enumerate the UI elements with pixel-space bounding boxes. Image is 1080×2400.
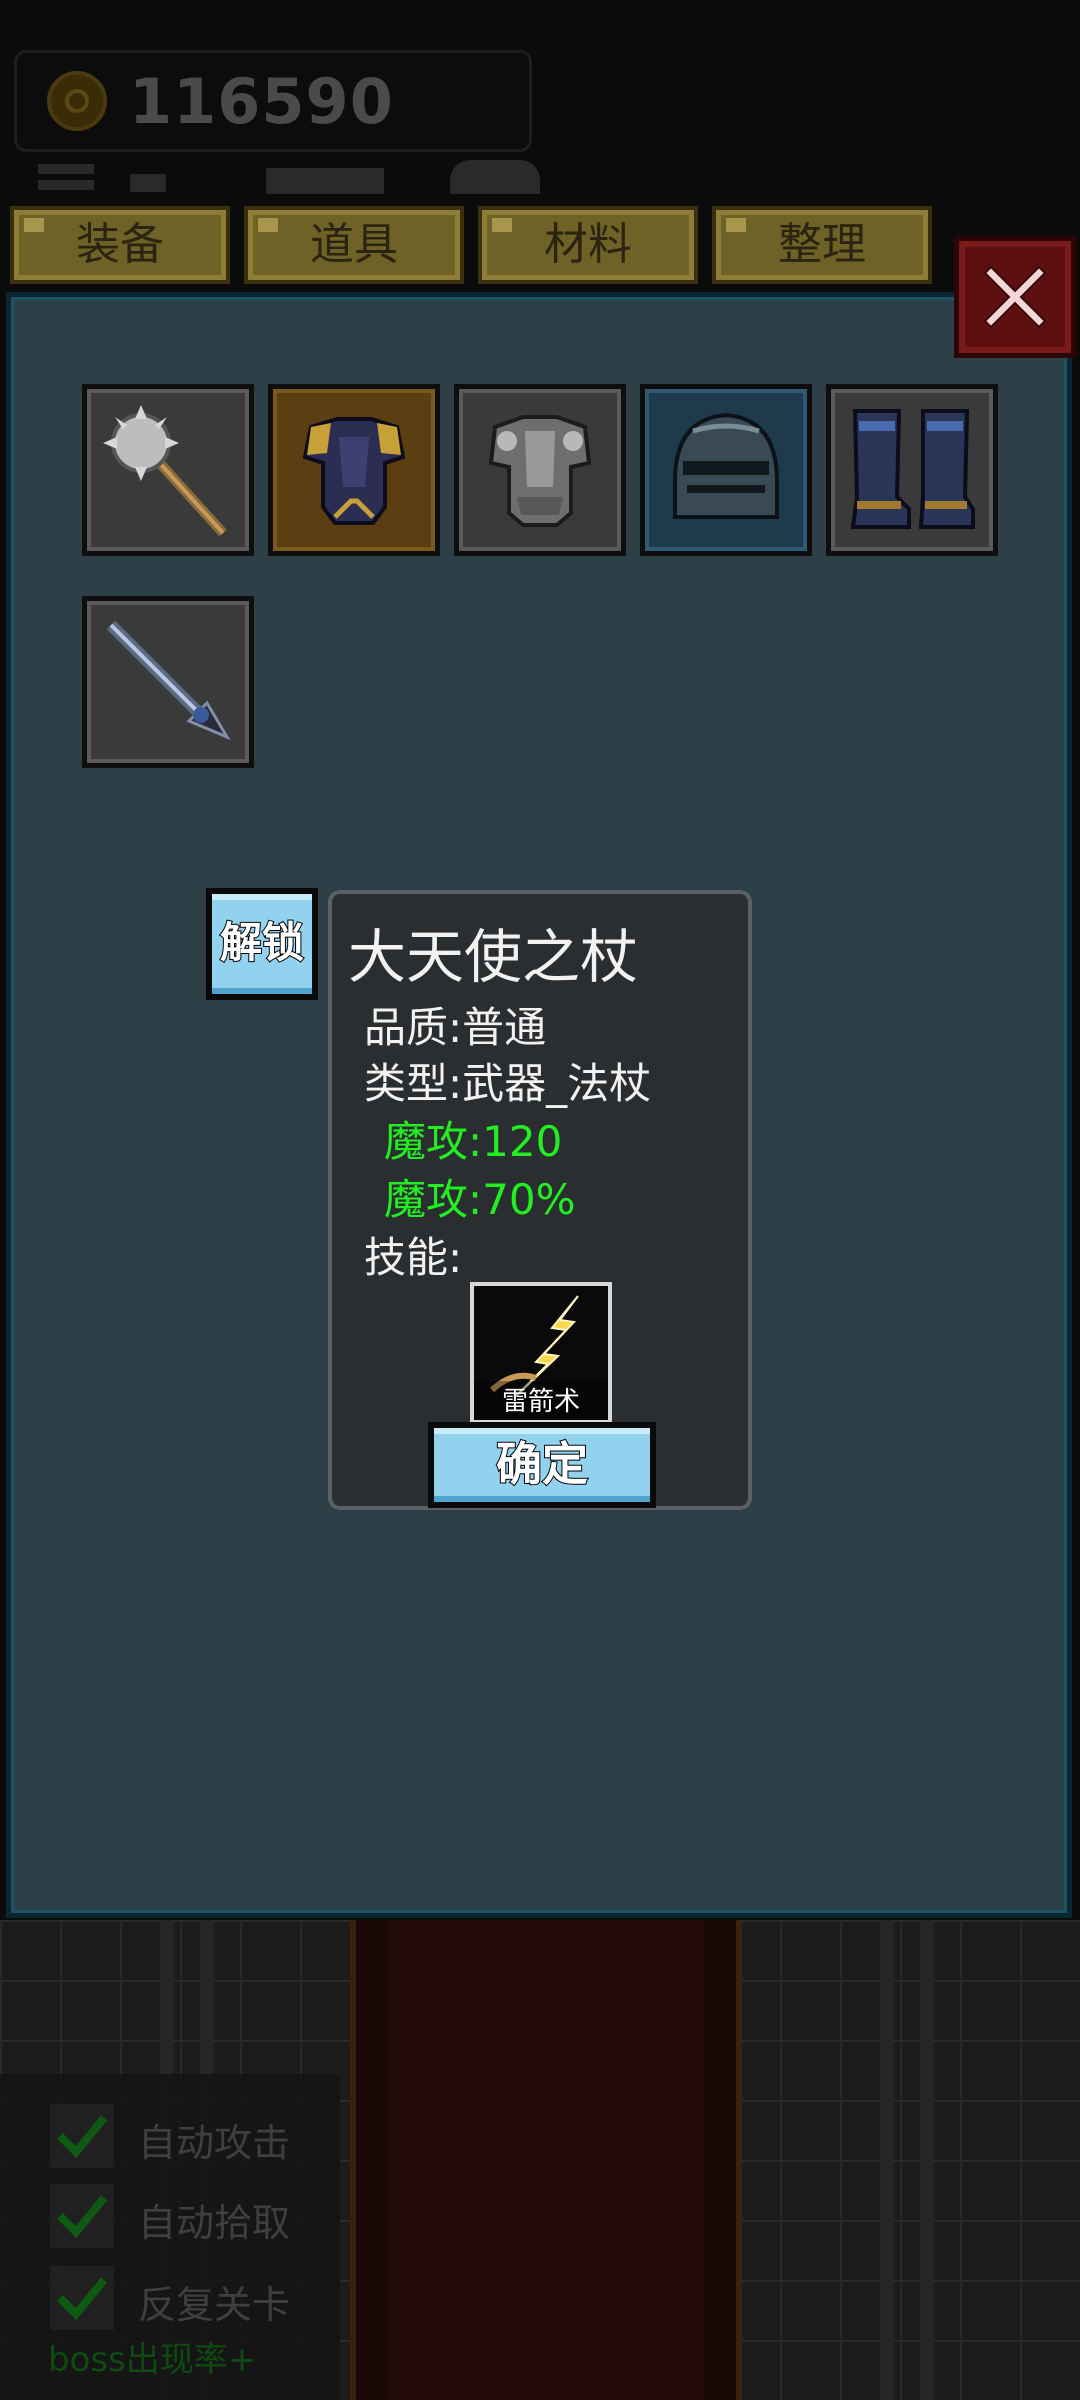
hud-sprites-background (30, 150, 570, 202)
checkbox[interactable] (50, 2104, 114, 2168)
checkmark-icon (57, 2115, 108, 2158)
pillar-decoration (880, 1920, 894, 2400)
inventory-slot[interactable] (268, 384, 440, 556)
option-label: 反复关卡 (138, 2283, 291, 2327)
item-type: 类型:武器_法杖 (364, 1059, 652, 1108)
knight-helmet-icon (673, 412, 779, 519)
inventory-slot[interactable] (82, 596, 254, 768)
inventory-slot[interactable] (454, 384, 626, 556)
skills-label: 技能: (364, 1233, 463, 1282)
iron-boots-icon (850, 409, 975, 529)
inventory-slot[interactable] (640, 384, 812, 556)
close-button[interactable] (954, 236, 1076, 358)
item-name: 大天使之杖 (348, 923, 639, 991)
confirm-button[interactable]: 确定 (428, 1422, 656, 1508)
tab-items[interactable]: 道具 (244, 206, 464, 284)
steel-armor-icon (488, 415, 592, 527)
item-stat: 魔攻:120 (384, 1117, 563, 1166)
gold-coin-icon (47, 71, 107, 131)
red-carpet-background (350, 1920, 742, 2400)
gold-trim-armor-icon (302, 417, 406, 525)
staff-icon (106, 620, 231, 741)
item-tooltip: 大天使之杖 品质:普通 类型:武器_法杖 魔攻:120 魔攻:70% 技能: 雷… (328, 890, 752, 1510)
checkbox[interactable] (50, 2184, 114, 2248)
inventory-slot[interactable] (82, 384, 254, 556)
item-quality: 品质:普通 (364, 1003, 547, 1052)
tab-materials[interactable]: 材料 (478, 206, 698, 284)
item-stat: 魔攻:70% (384, 1175, 576, 1224)
option-label: 自动拾取 (138, 2201, 291, 2245)
close-x-icon (983, 265, 1047, 329)
unlock-button[interactable]: 解锁 (206, 888, 318, 1000)
pillar-decoration (920, 1920, 934, 2400)
option-label: 自动攻击 (138, 2121, 291, 2165)
skill-slot[interactable]: 雷箭术 (470, 1282, 612, 1424)
skill-name: 雷箭术 (474, 1381, 608, 1418)
checkmark-icon (57, 2195, 108, 2238)
inventory-slot[interactable] (826, 384, 998, 556)
coin-amount: 116590 (129, 65, 394, 138)
checkmark-icon (57, 2277, 108, 2320)
spiked-mace-icon (103, 405, 227, 537)
coin-counter: 116590 (14, 50, 532, 152)
tab-sort[interactable]: 整理 (712, 206, 932, 284)
checkbox[interactable] (50, 2266, 114, 2330)
boss-rate-label: boss出现率+ (48, 2340, 257, 2380)
tab-equipment[interactable]: 装备 (10, 206, 230, 284)
